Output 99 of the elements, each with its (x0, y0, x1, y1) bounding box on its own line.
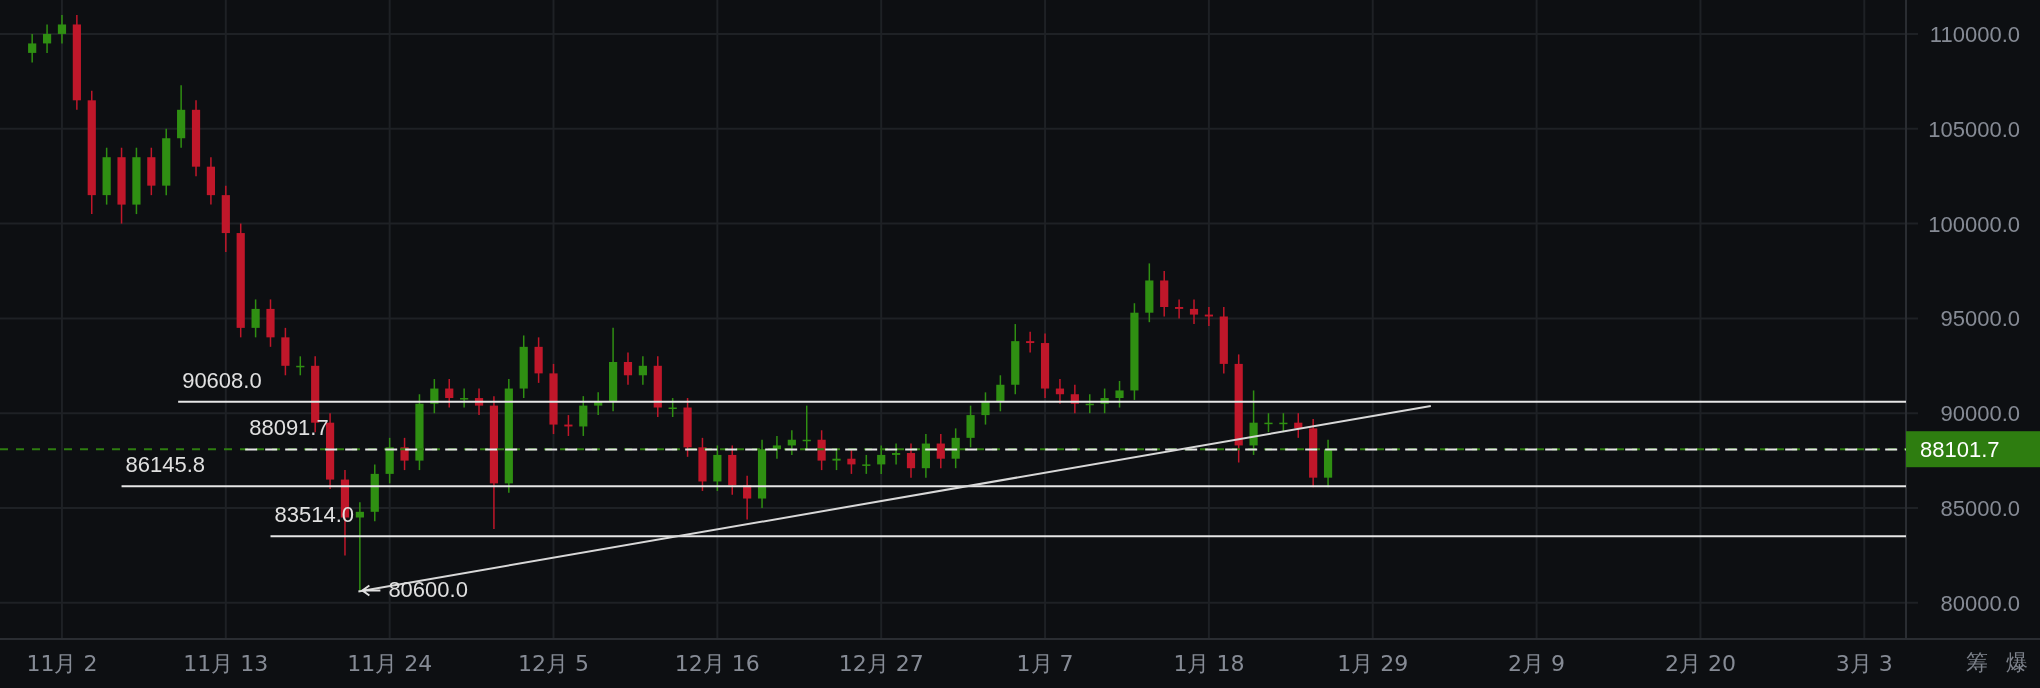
axis-label: 2月 20 (1664, 651, 1736, 676)
candlestick (519, 334, 528, 399)
candlestick (474, 387, 484, 416)
candlestick (623, 351, 633, 386)
candlestick (981, 391, 990, 426)
candlestick (966, 404, 975, 449)
candlestick (892, 442, 901, 466)
axis-label: 1月 18 (1173, 651, 1245, 676)
axis-label: 2月 9 (1508, 651, 1566, 676)
candlestick (877, 444, 886, 475)
candlestick (638, 355, 647, 386)
candlestick (594, 391, 603, 416)
arrow-icon (360, 584, 382, 597)
axis-label: 12月 16 (674, 651, 760, 676)
axis-label: 11月 24 (347, 651, 433, 676)
candlestick (445, 378, 454, 409)
axis-label: 1月 29 (1337, 651, 1409, 676)
candlestick (251, 298, 260, 339)
axis-label: 105000.0 (1928, 116, 2020, 142)
candlestick (951, 427, 960, 469)
candlestick (1070, 384, 1079, 414)
candlestick (713, 444, 722, 492)
candlestick (743, 475, 752, 521)
candlestick (147, 146, 156, 196)
candlestick (534, 336, 543, 384)
candlestick (802, 404, 811, 450)
axis-label: 85000.0 (1940, 496, 2020, 521)
axis-label: 110000.0 (1929, 21, 2020, 47)
candlestick (177, 84, 186, 149)
candlestick (787, 429, 796, 456)
candlestick (1323, 439, 1333, 488)
candlestick (1309, 418, 1318, 488)
candlestick (653, 355, 662, 418)
candlestick (400, 437, 409, 471)
candlestick (28, 33, 37, 64)
price-label: 86145.8 (125, 452, 206, 478)
candlestick (757, 439, 767, 509)
price-label: 80600.0 (388, 577, 468, 603)
axis-label: 12月 27 (838, 651, 924, 676)
candlestick (385, 437, 394, 485)
candlestick (1204, 306, 1213, 327)
candlestick (57, 14, 67, 45)
candlestick (832, 448, 841, 471)
candlestick (772, 435, 782, 460)
candlestick (1160, 270, 1169, 318)
candlestick (1026, 330, 1035, 354)
candlestick (1100, 387, 1109, 414)
axis-label: 12月 5 (518, 651, 589, 676)
candlestick (579, 395, 588, 437)
candlestick (921, 433, 930, 479)
toolbar-button[interactable]: 爆 (2006, 648, 2028, 678)
candlestick (564, 414, 573, 437)
candlestick (281, 327, 290, 377)
candlestick (668, 397, 677, 418)
axis-label: 1月 7 (1016, 651, 1074, 676)
candlestick (847, 448, 856, 475)
candlestick (1011, 323, 1020, 395)
candlestick (296, 355, 305, 377)
candlestick (906, 442, 916, 479)
candlestick (1189, 298, 1199, 325)
candlestick (132, 146, 141, 215)
toolbar-button[interactable]: 筹 (1966, 648, 1988, 678)
candlestick (1279, 412, 1288, 433)
candlestick (1055, 378, 1065, 405)
axis-label: 90000.0 (1940, 401, 2020, 427)
candlestick (221, 184, 230, 253)
candlestick (1249, 389, 1258, 456)
candlestick (42, 23, 52, 54)
candlestick (862, 454, 871, 475)
candlestick (683, 397, 692, 458)
current-price-badge: 88101.7 (1906, 431, 2040, 468)
candlestick (370, 463, 379, 523)
candlestick (1294, 412, 1303, 439)
candlestick (1175, 298, 1184, 320)
candlestick (460, 387, 469, 409)
candlestick (1040, 332, 1050, 399)
candlestick (698, 437, 707, 492)
candlestick (549, 363, 558, 435)
candlestick (1085, 393, 1094, 414)
candlestick (1264, 412, 1273, 433)
candlestick (266, 298, 275, 348)
candlestick (206, 156, 215, 206)
candlestick (1219, 306, 1228, 375)
candlestick (996, 374, 1005, 413)
candlestick (1145, 262, 1154, 323)
candlestick (936, 433, 945, 469)
candlestick (728, 444, 737, 496)
axis-label: 11月 2 (26, 651, 98, 676)
axis-label: 11月 13 (183, 651, 269, 676)
candlestick (430, 378, 439, 414)
axis-label: 3月 3 (1835, 651, 1893, 676)
candlestick (102, 146, 111, 206)
candlestick (1115, 380, 1124, 409)
candlestick (162, 128, 171, 196)
axis-label: 80000.0 (1940, 590, 2020, 616)
price-label: 90608.0 (182, 367, 262, 393)
axis-label: 100000.0 (1928, 211, 2020, 237)
axis-label: 95000.0 (1940, 306, 2020, 332)
candlestick (817, 429, 826, 471)
